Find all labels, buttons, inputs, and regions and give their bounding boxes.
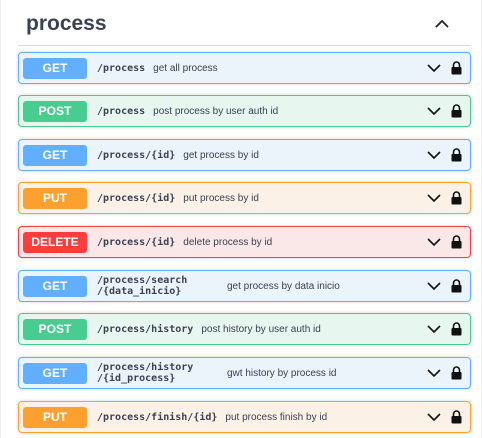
method-badge: GET xyxy=(23,275,87,297)
chevron-down-icon[interactable] xyxy=(426,365,442,381)
operation-summary: post process by user auth id xyxy=(153,105,279,117)
lock-icon[interactable] xyxy=(450,147,462,163)
lock-icon[interactable] xyxy=(450,365,462,381)
operation-path: /process/finish/{id} xyxy=(97,411,218,423)
operation-path: /process/search /{data_inicio} xyxy=(97,275,188,297)
lock-icon[interactable] xyxy=(450,409,462,425)
chevron-down-icon[interactable] xyxy=(426,409,442,425)
swagger-tag-section: process GET /process get all process POS… xyxy=(0,0,482,438)
method-badge: GET xyxy=(23,362,87,384)
chevron-up-icon[interactable] xyxy=(431,13,453,35)
method-badge: DELETE xyxy=(23,231,87,253)
lock-icon[interactable] xyxy=(450,103,462,119)
lock-icon[interactable] xyxy=(450,190,462,206)
operation-path: /process/{id} xyxy=(97,149,176,161)
method-badge: GET xyxy=(23,57,87,79)
operation-path: /process/history /{id_process} xyxy=(97,362,194,384)
operation-summary: post history by user auth id xyxy=(201,323,321,335)
operation-summary: get all process xyxy=(153,62,218,74)
chevron-down-icon[interactable] xyxy=(426,234,442,250)
opblock-get-process[interactable]: GET /process get all process xyxy=(18,52,471,84)
lock-icon[interactable] xyxy=(450,234,462,250)
opblock-post-process-history[interactable]: POST /process/history post history by us… xyxy=(18,313,471,345)
opblock-get-process-search[interactable]: GET /process/search /{data_inicio} get p… xyxy=(18,270,471,302)
operation-path: /process xyxy=(97,62,146,74)
method-badge: PUT xyxy=(23,187,87,209)
opblock-put-process-finish[interactable]: PUT /process/finish/{id} put process fin… xyxy=(18,401,471,433)
operation-summary: gwt history by process id xyxy=(227,367,337,379)
lock-icon[interactable] xyxy=(450,60,462,76)
opblock-get-process-id[interactable]: GET /process/{id} get process by id xyxy=(18,139,471,171)
operation-summary: delete process by id xyxy=(183,236,273,248)
chevron-down-icon[interactable] xyxy=(426,321,442,337)
operation-summary: get process by id xyxy=(183,149,259,161)
operation-path: /process/{id} xyxy=(97,236,176,248)
opblock-put-process-id[interactable]: PUT /process/{id} put process by id xyxy=(18,182,471,214)
method-badge: PUT xyxy=(23,406,87,428)
lock-icon[interactable] xyxy=(450,321,462,337)
opblock-post-process[interactable]: POST /process post process by user auth … xyxy=(18,95,471,127)
operation-summary: put process by id xyxy=(183,192,259,204)
operation-path: /process/history xyxy=(97,323,194,335)
lock-icon[interactable] xyxy=(450,278,462,294)
chevron-down-icon[interactable] xyxy=(426,60,442,76)
tag-header-process[interactable]: process xyxy=(18,2,471,46)
opblock-delete-process-id[interactable]: DELETE /process/{id} delete process by i… xyxy=(18,226,471,258)
operation-summary: get process by data inicio xyxy=(227,280,340,292)
method-badge: POST xyxy=(23,100,87,122)
method-badge: GET xyxy=(23,144,87,166)
chevron-down-icon[interactable] xyxy=(426,278,442,294)
operation-summary: put process finish by id xyxy=(225,411,328,423)
chevron-down-icon[interactable] xyxy=(426,147,442,163)
operation-path: /process/{id} xyxy=(97,192,176,204)
method-badge: POST xyxy=(23,318,87,340)
tag-title: process xyxy=(26,11,107,35)
chevron-down-icon[interactable] xyxy=(426,103,442,119)
chevron-down-icon[interactable] xyxy=(426,190,442,206)
operation-path: /process xyxy=(97,105,146,117)
opblock-get-process-history[interactable]: GET /process/history /{id_process} gwt h… xyxy=(18,357,471,389)
